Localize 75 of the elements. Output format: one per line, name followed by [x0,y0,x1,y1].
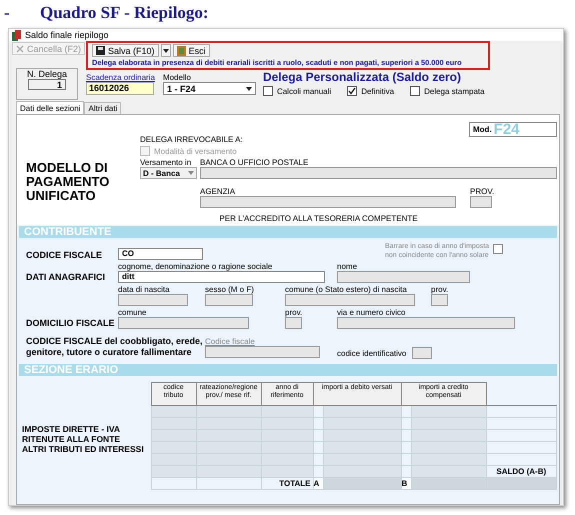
form-title: MODELLO DI PAGAMENTO UNIFICATO [25,159,110,205]
id-code-field[interactable] [412,347,432,359]
model-select[interactable]: 1 - F24 [162,82,256,95]
option-checkbox[interactable]: Delega stampata [410,86,485,96]
caret-icon [246,86,252,90]
check-icon [348,87,356,95]
due-date-field[interactable]: 16012026 [86,82,154,95]
tab[interactable]: Dati delle sezioni [16,101,84,114]
agency-label: AGENZIA [200,187,236,196]
delega-number-field[interactable]: 1 [28,79,66,90]
close-icon [16,44,24,52]
field-label: via e numero civico [337,308,406,317]
field-label: prov. [431,285,448,294]
input-field[interactable] [118,294,188,306]
due-date-link[interactable]: Scadenza ordinaria [86,73,155,82]
tax-code-label: CODICE FISCALE [26,250,104,260]
input-field[interactable] [337,271,470,283]
input-field[interactable] [431,294,448,306]
field-label: prov. [285,308,302,317]
table-cell [151,406,196,418]
field-label: comune [118,308,148,317]
section-header: SEZIONE ERARIO [19,364,557,376]
heading-dash: - [4,3,11,24]
input-field[interactable] [118,317,249,329]
bank-label: BANCA O UFFICIO POSTALE [200,158,310,167]
tax-code-field[interactable]: CO [118,248,203,260]
id-code-label: codice identificativo [337,348,406,358]
exit-button[interactable]: Esci [172,44,210,57]
co-obligor-label: CODICE FISCALE del coobbligato, erede, genitore, tutore o curatore fallimentare [26,336,204,358]
table-cell [151,418,196,430]
table-cell [151,442,196,454]
balance-label: SALDO (A-B) [486,466,556,478]
table-cell [151,430,196,442]
door-icon [176,46,186,56]
balance-cell [486,478,556,490]
table-cell [196,406,262,418]
delega-label: DELEGA IRREVOCABILE A: [140,135,243,144]
field-label: nome [337,262,358,271]
input-field[interactable]: ditt [118,271,325,283]
option-checkbox[interactable]: Calcoli manuali [262,86,332,96]
accredito-text: PER L'ACCREDITO ALLA TESORERIA COMPETENTE [218,214,419,223]
app-icon [12,30,21,40]
personal-data-label: DATI ANAGRAFICI [26,272,106,282]
section-header: CONTRIBUENTE [19,226,557,238]
table-cell [151,454,196,466]
input-field[interactable] [337,317,515,329]
delega-title: Delega Personalizzata (Saldo zero) [262,70,462,84]
tax-domicile-label: DOMICILIO FISCALE [26,318,116,328]
dropdown-button[interactable] [160,44,171,57]
field-label: data di nascita [118,285,171,294]
window-title: Saldo finale riepilogo [25,30,109,40]
caret-icon [162,48,169,52]
caret-icon [188,171,194,175]
province-label: PROV. [470,187,494,196]
payment-in-select[interactable]: D - Banca [140,167,197,179]
bank-field[interactable] [200,167,557,179]
field-label: sesso (M o F) [205,285,253,294]
page-heading: Quadro SF - Riepilogo: [40,3,209,24]
agency-field[interactable] [200,196,456,208]
model-label: Modello [162,73,192,82]
tax-category-label: IMPOSTE DIRETTE - IVA RITENUTE ALLA FONTE ALTRI TRIBUTI ED INTERESSI [22,423,145,456]
tab[interactable]: Altri dati [84,102,122,114]
input-field[interactable] [205,346,320,358]
payment-in-label: Versamento in [140,158,192,167]
input-field[interactable] [285,294,415,306]
province-field[interactable] [470,196,492,208]
input-field[interactable] [205,294,253,306]
tax-year-checkbox[interactable] [493,244,504,254]
field-label: comune (o Stato estero) di nascita [285,285,408,294]
option-checkbox[interactable]: Definitiva [347,86,394,96]
total-label: TOTALE [261,478,314,490]
field-label: cognome, denominazione o ragione sociale [118,262,274,271]
input-field[interactable] [285,317,302,329]
save-button[interactable]: Salva (F10) [92,44,159,57]
delega-number-label: N. Delega [26,69,68,79]
